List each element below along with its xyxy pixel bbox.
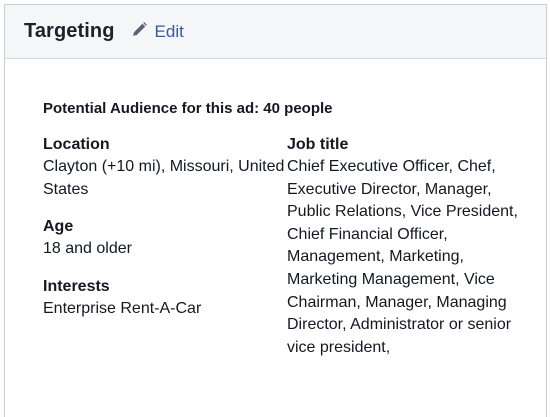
job-title-value: Chief Executive Officer, Chef, Executive… bbox=[287, 158, 518, 356]
panel-header: Targeting Edit bbox=[5, 5, 546, 59]
job-title-section: Job title Chief Executive Officer, Chef,… bbox=[287, 134, 527, 359]
targeting-panel: Targeting Edit Potential Audience for th… bbox=[4, 4, 547, 417]
edit-button[interactable]: Edit bbox=[131, 21, 184, 43]
age-value: 18 and older bbox=[43, 240, 132, 258]
interests-value: Enterprise Rent-A-Car bbox=[43, 299, 202, 317]
details-right-column: Job title Chief Executive Officer, Chef,… bbox=[287, 134, 527, 359]
edit-label: Edit bbox=[154, 21, 184, 41]
age-label: Age bbox=[43, 218, 74, 236]
interests-section: Interests Enterprise Rent-A-Car bbox=[43, 276, 287, 321]
pencil-icon bbox=[131, 21, 155, 43]
location-label: Location bbox=[43, 136, 110, 153]
interests-label: Interests bbox=[43, 277, 110, 295]
job-title-label: Job title bbox=[287, 136, 349, 153]
targeting-details: Potential Audience for this ad: 40 peopl… bbox=[43, 99, 536, 359]
location-value: Clayton (+10 mi), Missouri, United State… bbox=[43, 158, 285, 198]
age-section: Age 18 and older bbox=[43, 216, 287, 261]
details-left-column: Location Clayton (+10 mi), Missouri, Uni… bbox=[43, 134, 287, 359]
location-section: Location Clayton (+10 mi), Missouri, Uni… bbox=[43, 134, 287, 201]
potential-audience-text: Potential Audience for this ad: 40 peopl… bbox=[43, 100, 333, 117]
details-columns: Location Clayton (+10 mi), Missouri, Uni… bbox=[43, 134, 536, 359]
panel-title: Targeting bbox=[24, 20, 115, 42]
